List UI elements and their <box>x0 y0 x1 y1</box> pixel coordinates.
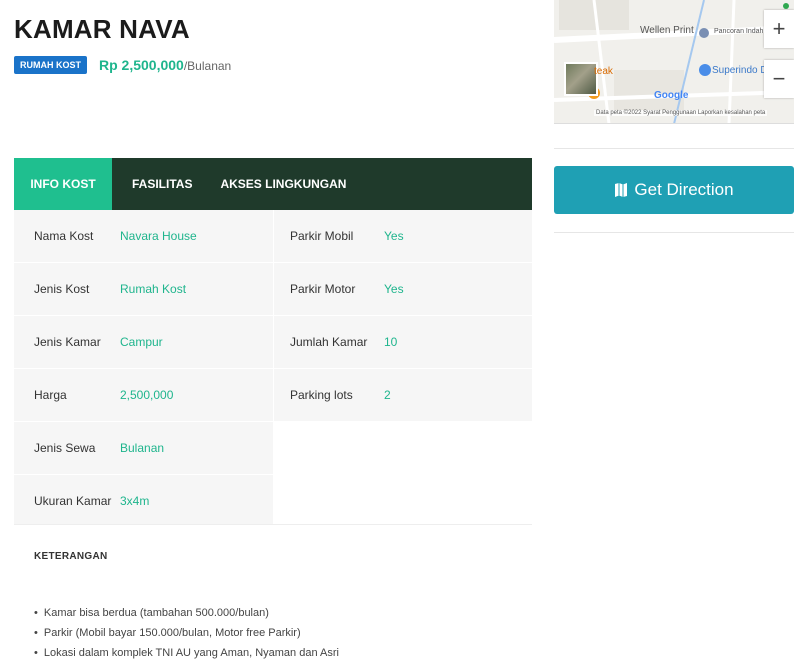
info-label: Jenis Sewa <box>34 441 96 455</box>
info-label: Jenis Kamar <box>34 335 101 349</box>
info-value: 2,500,000 <box>120 388 174 402</box>
divider <box>554 232 794 233</box>
divider <box>554 148 794 149</box>
info-row-empty <box>273 475 532 528</box>
get-direction-label: Get Direction <box>634 180 734 199</box>
map-icon <box>614 182 628 198</box>
google-logo: Google <box>654 90 689 101</box>
keterangan-section: KETERANGAN Kamar bisa berdua (tambahan 5… <box>14 524 532 666</box>
info-value: 3x4m <box>120 494 150 508</box>
info-row-empty <box>273 422 532 475</box>
zoom-in-button[interactable]: + <box>764 10 794 48</box>
info-row: Jenis Kost Rumah Kost <box>14 263 273 316</box>
info-row: Parkir Mobil Yes <box>273 210 532 263</box>
tab-akses-lingkungan[interactable]: AKSES LINGKUNGAN <box>212 158 366 210</box>
kost-type-badge: RUMAH KOST <box>14 56 87 74</box>
tab-fasilitas[interactable]: FASILITAS <box>112 158 212 210</box>
info-value: Navara House <box>120 229 197 243</box>
info-label: Ukuran Kamar <box>34 494 112 508</box>
tab-info-kost[interactable]: INFO KOST <box>14 158 112 210</box>
price-amount: Rp 2,500,000 <box>99 57 184 73</box>
info-label: Parkir Motor <box>290 282 356 296</box>
info-row: Parking lots 2 <box>273 369 532 422</box>
info-label: Parking lots <box>290 388 353 402</box>
info-value: Bulanan <box>120 441 165 455</box>
info-row: Jumlah Kamar 10 <box>273 316 532 369</box>
info-row: Harga 2,500,000 <box>14 369 273 422</box>
zoom-out-button[interactable]: − <box>764 60 794 98</box>
page-title: KAMAR NAVA <box>14 14 190 44</box>
keterangan-list: Kamar bisa berdua (tambahan 500.000/bula… <box>34 603 339 663</box>
map-attribution[interactable]: Data peta ©2022 Syarat Penggunaan Lapork… <box>594 110 768 116</box>
info-value: 2 <box>384 388 391 402</box>
info-value: Yes <box>384 282 404 296</box>
get-direction-button[interactable]: Get Direction <box>554 166 794 214</box>
info-row: Nama Kost Navara House <box>14 210 273 263</box>
info-row: Jenis Sewa Bulanan <box>14 422 273 475</box>
info-label: Harga <box>34 388 67 402</box>
list-item: Parkir (Mobil bayar 150.000/bulan, Motor… <box>34 623 339 643</box>
info-value: Yes <box>384 229 404 243</box>
info-kost-panel: Nama Kost Navara House Jenis Kost Rumah Ko… <box>14 210 532 528</box>
price-unit: /Bulanan <box>183 59 232 73</box>
info-value: Rumah Kost <box>120 282 187 296</box>
list-item: Kamar bisa berdua (tambahan 500.000/bula… <box>34 603 339 623</box>
info-label: Jumlah Kamar <box>290 335 368 349</box>
street-view-thumbnail[interactable] <box>564 62 598 96</box>
info-value: 10 <box>384 335 398 349</box>
info-label: Jenis Kost <box>34 282 90 296</box>
price-row: RUMAH KOST Rp 2,500,000/Bulanan <box>14 56 231 74</box>
info-column-right: Parkir Mobil Yes Parkir Motor Yes Jumlah K… <box>273 210 532 528</box>
keterangan-title: KETERANGAN <box>34 551 108 562</box>
info-column-left: Nama Kost Navara House Jenis Kost Rumah Ko… <box>14 210 273 528</box>
map-label-pancoran: Pancoran Indah <box>714 28 764 35</box>
info-label: Parkir Mobil <box>290 229 354 243</box>
info-row: Parkir Motor Yes <box>273 263 532 316</box>
map-label-teak: teak <box>594 66 613 77</box>
list-item: Lokasi dalam komplek TNI AU yang Aman, N… <box>34 643 339 663</box>
info-tabs: INFO KOST FASILITAS AKSES LINGKUNGAN <box>14 158 532 210</box>
info-value: Campur <box>120 335 163 349</box>
price: Rp 2,500,000/Bulanan <box>99 57 231 73</box>
map-label-wellen-print: Wellen Print <box>640 25 694 36</box>
location-map[interactable]: Wellen Print Pancoran Indah Superindo Du… <box>554 0 794 124</box>
info-row: Jenis Kamar Campur <box>14 316 273 369</box>
info-label: Nama Kost <box>34 229 94 243</box>
info-row: Ukuran Kamar 3x4m <box>14 475 273 528</box>
